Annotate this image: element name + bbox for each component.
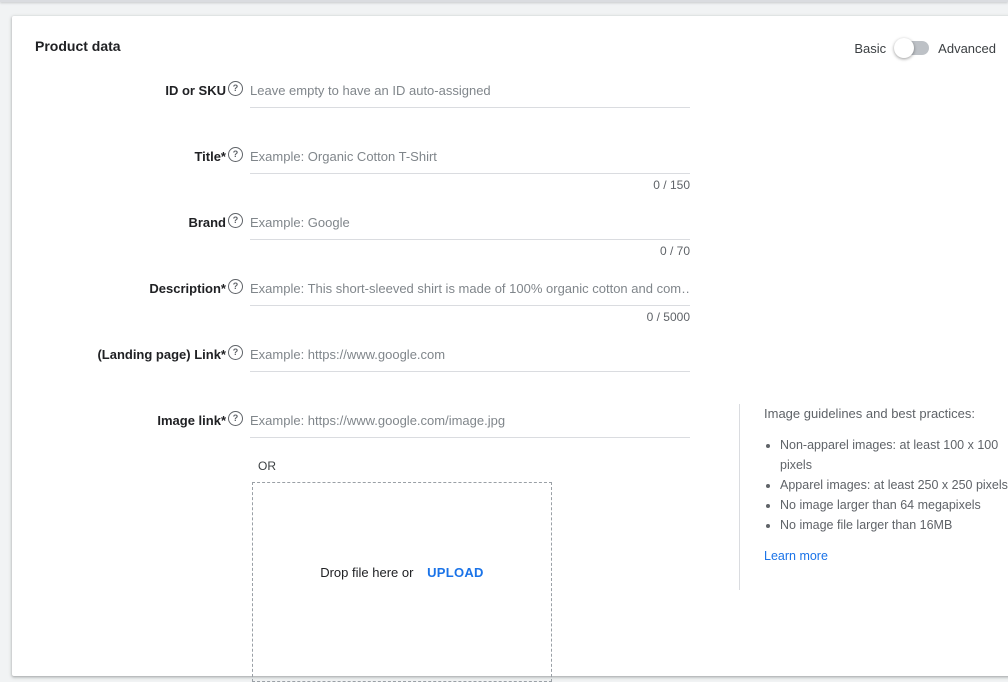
image-guidelines-panel: Image guidelines and best practices: Non… (739, 404, 1008, 590)
top-bar (0, 0, 1008, 2)
brand-input[interactable] (250, 206, 690, 240)
brand-char-counter: 0 / 70 (659, 244, 690, 258)
field-row-description: Description* ? 0 / 5000 (12, 272, 712, 324)
basic-advanced-switch[interactable] (894, 38, 930, 58)
field-row-brand: Brand ? 0 / 70 (12, 206, 712, 258)
guidelines-list: Non-apparel images: at least 100 x 100 p… (764, 435, 1008, 535)
description-input[interactable] (250, 272, 690, 306)
advanced-label: Advanced (938, 40, 996, 56)
image-link-help-icon[interactable]: ? (228, 411, 243, 426)
description-label: Description* (149, 281, 226, 296)
card-title: Product data (35, 38, 121, 54)
image-link-input[interactable] (250, 404, 690, 438)
image-link-label: Image link* (157, 413, 226, 428)
product-data-card: Product data Basic Advanced ID or SKU ? … (12, 16, 1008, 682)
brand-label: Brand (188, 215, 226, 230)
dropzone-content: Drop file here or UPLOAD (253, 565, 551, 580)
switch-thumb[interactable] (894, 38, 915, 58)
id-sku-help-icon[interactable]: ? (228, 81, 243, 96)
brand-help-icon[interactable]: ? (228, 213, 243, 228)
id-sku-input[interactable] (250, 74, 690, 108)
field-row-image-link: Image link* ? (12, 404, 712, 444)
landing-link-help-icon[interactable]: ? (228, 345, 243, 360)
field-row-landing-link: (Landing page) Link* ? (12, 338, 712, 378)
guideline-item: No image larger than 64 megapixels (780, 495, 1008, 515)
description-char-counter: 0 / 5000 (646, 310, 690, 324)
field-row-id-sku: ID or SKU ? (12, 74, 712, 114)
title-label: Title* (194, 149, 226, 164)
title-char-counter: 0 / 150 (653, 178, 690, 192)
landing-link-input[interactable] (250, 338, 690, 372)
mode-toggle: Basic Advanced (854, 38, 996, 58)
guideline-item: No image file larger than 16MB (780, 515, 1008, 535)
field-row-title: Title* ? 0 / 150 (12, 140, 712, 192)
upload-button[interactable]: UPLOAD (427, 565, 484, 580)
image-dropzone[interactable]: Drop file here or UPLOAD (252, 482, 552, 682)
guideline-item: Apparel images: at least 250 x 250 pixel… (780, 475, 1008, 495)
learn-more-link[interactable]: Learn more (764, 549, 828, 563)
id-sku-label: ID or SKU (165, 83, 226, 98)
description-help-icon[interactable]: ? (228, 279, 243, 294)
basic-label: Basic (854, 40, 887, 56)
guideline-item: Non-apparel images: at least 100 x 100 p… (780, 435, 1008, 475)
title-help-icon[interactable]: ? (228, 147, 243, 162)
landing-link-label: (Landing page) Link* (97, 347, 226, 362)
or-separator: OR (258, 459, 276, 473)
title-input[interactable] (250, 140, 690, 174)
guidelines-title: Image guidelines and best practices: (764, 406, 976, 421)
drop-file-text: Drop file here or (320, 565, 414, 580)
